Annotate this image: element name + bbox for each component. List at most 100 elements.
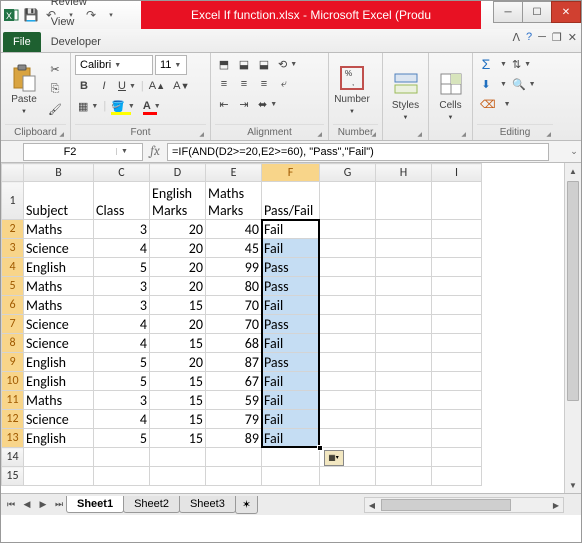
cell-D5[interactable]: 20: [150, 277, 206, 296]
column-header-D[interactable]: D: [150, 164, 206, 182]
cell-I11[interactable]: [432, 391, 482, 410]
column-header-I[interactable]: I: [432, 164, 482, 182]
cell-C1[interactable]: Class: [94, 182, 150, 220]
cell-E8[interactable]: 68: [206, 334, 262, 353]
cell-C9[interactable]: 5: [94, 353, 150, 372]
number-format-button[interactable]: %, Number▼: [333, 64, 371, 116]
cell-F4[interactable]: Pass: [262, 258, 320, 277]
maximize-button[interactable]: ☐: [522, 1, 552, 23]
cell-H6[interactable]: [376, 296, 432, 315]
row-header-4[interactable]: 4: [2, 258, 24, 277]
cell-F13[interactable]: Fail: [262, 429, 320, 448]
cell-B14[interactable]: [24, 448, 94, 467]
cell-E7[interactable]: 70: [206, 315, 262, 334]
cell-E4[interactable]: 99: [206, 258, 262, 277]
name-box-input[interactable]: [24, 146, 116, 158]
cell-F3[interactable]: Fail: [262, 239, 320, 258]
cell-B13[interactable]: English: [24, 429, 94, 448]
cell-D6[interactable]: 15: [150, 296, 206, 315]
cell-H2[interactable]: [376, 220, 432, 239]
format-painter-icon[interactable]: 🖌: [45, 101, 65, 119]
align-middle-icon[interactable]: ⬓: [235, 55, 253, 73]
cell-D2[interactable]: 20: [150, 220, 206, 239]
borders-button[interactable]: ▦▼: [75, 97, 101, 115]
cell-I9[interactable]: [432, 353, 482, 372]
worksheet-grid[interactable]: BCDEFGHI1SubjectClassEnglish MarksMaths …: [1, 163, 581, 493]
cell-G12[interactable]: [320, 410, 376, 429]
cell-I7[interactable]: [432, 315, 482, 334]
row-header-3[interactable]: 3: [2, 239, 24, 258]
align-top-icon[interactable]: ⬒: [215, 55, 233, 73]
cell-G11[interactable]: [320, 391, 376, 410]
find-select-icon[interactable]: 🔍▼: [509, 75, 539, 93]
tab-developer[interactable]: Developer: [43, 32, 121, 52]
cell-F11[interactable]: Fail: [262, 391, 320, 410]
cell-G7[interactable]: [320, 315, 376, 334]
cell-I12[interactable]: [432, 410, 482, 429]
cell-G5[interactable]: [320, 277, 376, 296]
sheet-tab-sheet1[interactable]: Sheet1: [66, 496, 124, 513]
row-header-10[interactable]: 10: [2, 372, 24, 391]
sort-filter-icon[interactable]: ⇅▼: [509, 55, 534, 73]
cell-G9[interactable]: [320, 353, 376, 372]
merge-center-button[interactable]: ⬌▼: [255, 95, 280, 113]
cell-G10[interactable]: [320, 372, 376, 391]
cell-E10[interactable]: 67: [206, 372, 262, 391]
expand-formula-bar-icon[interactable]: ⌄: [567, 146, 581, 157]
sheet-tab-sheet2[interactable]: Sheet2: [123, 496, 180, 513]
cell-D7[interactable]: 20: [150, 315, 206, 334]
increase-font-icon[interactable]: A▲: [146, 77, 168, 95]
file-tab[interactable]: File: [3, 32, 41, 52]
select-all-corner[interactable]: [2, 164, 24, 182]
cell-B9[interactable]: English: [24, 353, 94, 372]
cell-D9[interactable]: 20: [150, 353, 206, 372]
cell-E5[interactable]: 80: [206, 277, 262, 296]
cell-I1[interactable]: [432, 182, 482, 220]
cell-F1[interactable]: Pass/Fail: [262, 182, 320, 220]
cell-E12[interactable]: 79: [206, 410, 262, 429]
cell-G8[interactable]: [320, 334, 376, 353]
cell-D14[interactable]: [150, 448, 206, 467]
doc-minimize-icon[interactable]: ─: [538, 31, 546, 44]
cell-B10[interactable]: English: [24, 372, 94, 391]
cell-C2[interactable]: 3: [94, 220, 150, 239]
cell-D12[interactable]: 15: [150, 410, 206, 429]
cell-G15[interactable]: [320, 467, 376, 486]
cell-D8[interactable]: 15: [150, 334, 206, 353]
copy-icon[interactable]: ⎘: [45, 81, 65, 99]
first-sheet-icon[interactable]: ⏮: [3, 497, 19, 513]
cell-C8[interactable]: 4: [94, 334, 150, 353]
cell-F14[interactable]: [262, 448, 320, 467]
cell-B5[interactable]: Maths: [24, 277, 94, 296]
cell-I4[interactable]: [432, 258, 482, 277]
cell-E9[interactable]: 87: [206, 353, 262, 372]
cell-C11[interactable]: 3: [94, 391, 150, 410]
row-header-11[interactable]: 11: [2, 391, 24, 410]
column-header-C[interactable]: C: [94, 164, 150, 182]
prev-sheet-icon[interactable]: ◀: [19, 497, 35, 513]
cell-C13[interactable]: 5: [94, 429, 150, 448]
cell-I6[interactable]: [432, 296, 482, 315]
cell-I5[interactable]: [432, 277, 482, 296]
cell-D11[interactable]: 15: [150, 391, 206, 410]
align-right-icon[interactable]: ≡: [255, 75, 273, 93]
row-header-2[interactable]: 2: [2, 220, 24, 239]
cell-E11[interactable]: 59: [206, 391, 262, 410]
increase-indent-icon[interactable]: ⇥: [235, 95, 253, 113]
cell-B7[interactable]: Science: [24, 315, 94, 334]
cell-B8[interactable]: Science: [24, 334, 94, 353]
fill-color-button[interactable]: 🪣▼: [108, 97, 138, 115]
cell-H14[interactable]: [376, 448, 432, 467]
row-header-13[interactable]: 13: [2, 429, 24, 448]
name-box[interactable]: ▼: [23, 143, 143, 161]
fx-icon[interactable]: fx: [143, 144, 167, 159]
cell-E15[interactable]: [206, 467, 262, 486]
cell-B15[interactable]: [24, 467, 94, 486]
cell-F15[interactable]: [262, 467, 320, 486]
cell-D15[interactable]: [150, 467, 206, 486]
cell-G4[interactable]: [320, 258, 376, 277]
wrap-text-icon[interactable]: ⤶: [275, 75, 293, 93]
decrease-font-icon[interactable]: A▼: [170, 77, 192, 95]
cell-G6[interactable]: [320, 296, 376, 315]
cell-H1[interactable]: [376, 182, 432, 220]
